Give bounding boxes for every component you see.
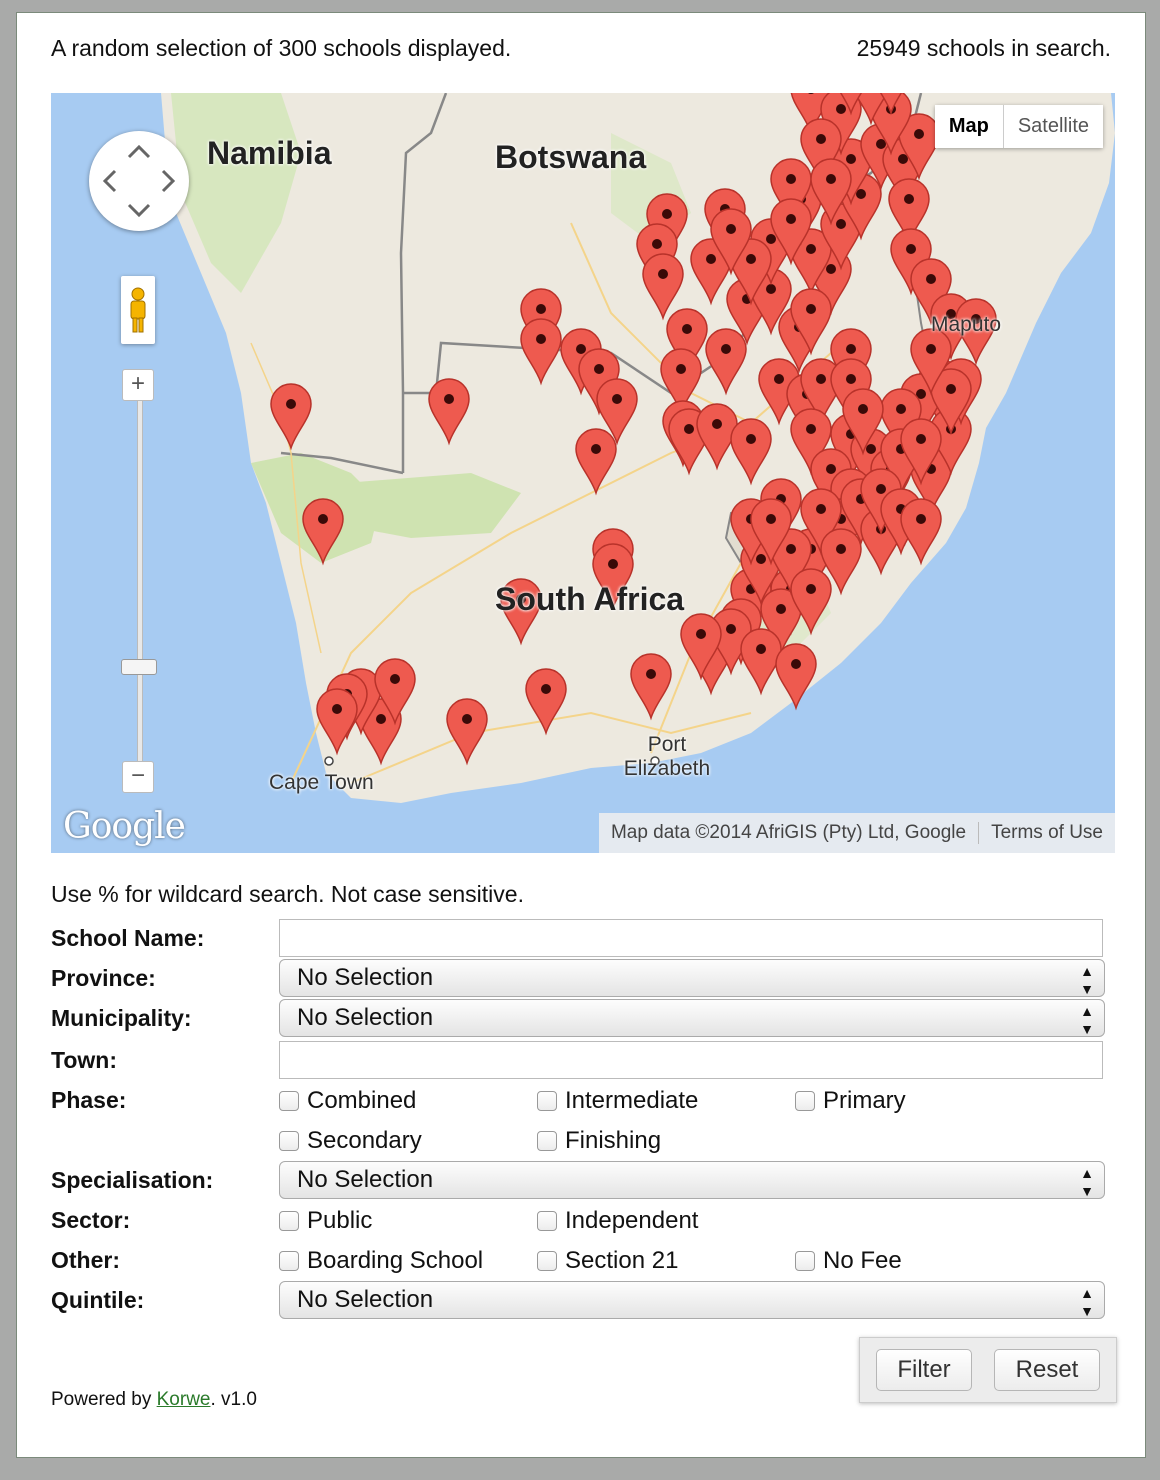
terms-of-use-link[interactable]: Terms of Use — [978, 822, 1115, 844]
quintile-select[interactable]: No Selection ▲ ▼ — [279, 1281, 1105, 1319]
zoom-slider-thumb[interactable] — [121, 659, 157, 675]
map-type-map-button[interactable]: Map — [934, 105, 1004, 148]
other-label: Other: — [51, 1246, 120, 1273]
zoom-in-button[interactable]: + — [122, 369, 154, 401]
action-bar: Filter Reset — [859, 1337, 1117, 1403]
filter-button[interactable]: Filter — [876, 1349, 972, 1391]
label-namibia: Namibia — [207, 135, 332, 171]
other-no-fee-checkbox[interactable]: No Fee — [795, 1247, 902, 1275]
municipality-select-value: No Selection — [297, 1004, 434, 1031]
quintile-select-value: No Selection — [297, 1286, 434, 1313]
app-panel: A random selection of 300 schools displa… — [16, 12, 1146, 1458]
google-logo: Google — [63, 806, 186, 847]
map-attribution: Map data ©2014 AfriGIS (Pty) Ltd, Google… — [598, 813, 1115, 853]
school-name-input[interactable] — [279, 919, 1103, 957]
province-label: Province: — [51, 964, 156, 991]
map-base — [161, 93, 1115, 803]
province-row: Province: — [51, 959, 279, 997]
label-port-elizabeth: Port Elizabeth — [623, 733, 711, 780]
other-boarding-school-checkbox[interactable]: Boarding School — [279, 1247, 483, 1275]
pan-right-icon — [161, 169, 176, 193]
school-count: 25949 schools in search. — [856, 35, 1111, 61]
label-botswana: Botswana — [495, 139, 647, 175]
label-maputo: Maputo — [931, 313, 1002, 336]
footer: Powered by Korwe. v1.0 — [51, 1389, 257, 1411]
phase-row: Phase: — [51, 1081, 279, 1119]
phase-combined-checkbox[interactable]: Combined — [279, 1087, 416, 1115]
specialisation-row: Specialisation: — [51, 1161, 279, 1199]
school-name-row: School Name: — [51, 919, 279, 957]
label-south-africa: South Africa — [495, 581, 685, 617]
map-type-control: Map Satellite — [934, 105, 1103, 148]
municipality-label: Municipality: — [51, 1004, 192, 1031]
updown-arrows-icon: ▲ ▼ — [1080, 1285, 1094, 1319]
korwe-link[interactable]: Korwe — [157, 1389, 211, 1410]
updown-arrows-icon: ▲ ▼ — [1080, 963, 1094, 997]
quintile-label: Quintile: — [51, 1286, 145, 1313]
province-select[interactable]: No Selection ▲ ▼ — [279, 959, 1105, 997]
other-section-21-checkbox[interactable]: Section 21 — [537, 1247, 678, 1275]
map-view[interactable]: Namibia Botswana South Africa Maputo Cap… — [51, 93, 1115, 853]
attribution-text: Map data ©2014 AfriGIS (Pty) Ltd, Google — [610, 822, 967, 843]
province-select-value: No Selection — [297, 964, 434, 991]
town-input[interactable] — [279, 1041, 1103, 1079]
pan-up-icon — [127, 144, 151, 159]
phase-primary-checkbox[interactable]: Primary — [795, 1087, 906, 1115]
updown-arrows-icon: ▲ ▼ — [1080, 1003, 1094, 1037]
sector-label: Sector: — [51, 1206, 131, 1233]
pan-down-icon — [127, 203, 151, 218]
specialisation-select[interactable]: No Selection ▲ ▼ — [279, 1161, 1105, 1199]
sector-independent-checkbox[interactable]: Independent — [537, 1207, 698, 1235]
phase-secondary-checkbox[interactable]: Secondary — [279, 1127, 422, 1155]
street-view-pegman-icon[interactable] — [121, 276, 155, 344]
quintile-row: Quintile: — [51, 1281, 279, 1319]
zoom-out-button[interactable]: − — [122, 761, 154, 793]
school-name-label: School Name: — [51, 924, 205, 951]
town-label: Town: — [51, 1046, 117, 1073]
pan-control[interactable] — [89, 131, 189, 231]
footer-prefix: Powered by — [51, 1389, 157, 1410]
town-row: Town: — [51, 1041, 279, 1079]
other-row: Other: — [51, 1241, 279, 1279]
selection-info: A random selection of 300 schools displa… — [51, 35, 512, 61]
specialisation-label: Specialisation: — [51, 1166, 214, 1193]
map-type-satellite-button[interactable]: Satellite — [1003, 105, 1103, 148]
phase-finishing-checkbox[interactable]: Finishing — [537, 1127, 661, 1155]
reset-button[interactable]: Reset — [994, 1349, 1100, 1391]
phase-intermediate-checkbox[interactable]: Intermediate — [537, 1087, 698, 1115]
sector-public-checkbox[interactable]: Public — [279, 1207, 372, 1235]
footer-suffix: . v1.0 — [210, 1389, 257, 1410]
sector-row: Sector: — [51, 1201, 279, 1239]
search-hint: Use % for wildcard search. Not case sens… — [51, 881, 524, 907]
label-cape-town: Cape Town — [269, 771, 374, 794]
municipality-row: Municipality: — [51, 999, 279, 1037]
specialisation-select-value: No Selection — [297, 1166, 434, 1193]
zoom-slider-track[interactable] — [137, 401, 143, 781]
updown-arrows-icon: ▲ ▼ — [1080, 1165, 1094, 1199]
pan-left-icon — [102, 169, 117, 193]
phase-label: Phase: — [51, 1086, 127, 1113]
municipality-select[interactable]: No Selection ▲ ▼ — [279, 999, 1105, 1037]
